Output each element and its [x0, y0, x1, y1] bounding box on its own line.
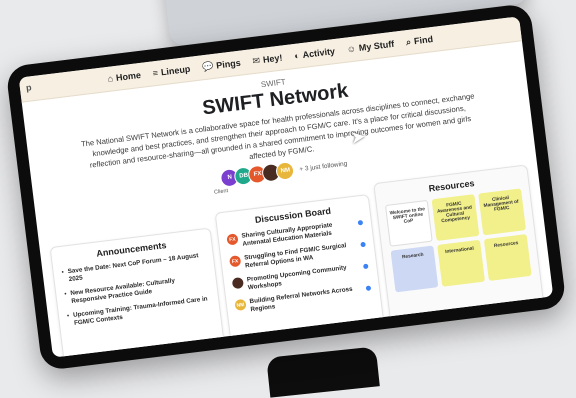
announcements-card[interactable]: Announcements • Save the Date: Next CoP F…	[49, 227, 227, 358]
nav-lineup[interactable]: ≡ Lineup	[152, 64, 191, 79]
activity-icon: ◐	[293, 49, 301, 61]
author-avatar: FX	[228, 255, 242, 268]
following-count[interactable]: + 3 just following	[299, 160, 348, 173]
resource-tile[interactable]: International	[437, 239, 485, 287]
resource-tile[interactable]: Clinical Management of FGM/C	[478, 188, 527, 236]
nav-pings[interactable]: 💬 Pings	[201, 57, 242, 73]
author-avatar: FX	[226, 233, 239, 246]
bullet-icon: •	[66, 313, 70, 320]
avatar[interactable]: NM	[275, 160, 296, 181]
nav-activity[interactable]: ◐ Activity	[294, 46, 336, 61]
nav-lineup-label: Lineup	[160, 63, 191, 78]
resource-tile[interactable]: FGM/C Awareness and Cultural Competency	[431, 194, 480, 242]
resource-tile[interactable]: Resources	[483, 234, 532, 281]
bullet-icon: •	[64, 291, 67, 298]
nav-find-label: Find	[413, 34, 434, 47]
discussion-board-card[interactable]: Discussion Board FX Sharing Culturally Ap…	[214, 194, 387, 358]
bullet-icon: •	[61, 269, 65, 276]
resource-tiles: Welcome to the SWIFT online CoP FGM/C Aw…	[384, 188, 532, 293]
author-avatar: NM	[234, 298, 247, 312]
resources-card[interactable]: Resources Welcome to the SWIFT online Co…	[373, 164, 547, 343]
nav-home-label: Home	[115, 69, 142, 83]
unread-dot-icon	[365, 285, 372, 291]
inbox-icon: ✉	[251, 54, 261, 66]
nav-find[interactable]: ⌕ Find	[405, 34, 433, 47]
nav-home[interactable]: ⌂ Home	[107, 70, 141, 84]
mouse-pointer-icon: ➤	[349, 126, 367, 148]
nav-edge-text: p	[25, 82, 33, 93]
nav-my-stuff[interactable]: ☺ My Stuff	[346, 39, 395, 55]
nav-hey[interactable]: ✉ Hey!	[252, 53, 283, 67]
nav-activity-label: Activity	[302, 46, 336, 60]
nav-pings-label: Pings	[215, 57, 242, 71]
resource-tile[interactable]: Welcome to the SWIFT online CoP	[384, 199, 433, 247]
background-device-bottom	[266, 346, 380, 398]
home-icon: ⌂	[106, 72, 114, 84]
nav-my-stuff-label: My Stuff	[358, 38, 395, 54]
tablet-screen: p ⌂ Home ≡ Lineup 💬 Pings ✉ Hey! ◐ Activ…	[18, 16, 554, 358]
unread-dot-icon	[360, 241, 366, 248]
resource-tile[interactable]: Research	[390, 245, 439, 293]
smiley-icon: ☺	[346, 42, 357, 55]
lineup-icon: ≡	[152, 67, 159, 78]
unread-dot-icon	[362, 263, 369, 270]
author-avatar-photo	[231, 276, 244, 290]
unread-dot-icon	[357, 219, 364, 226]
chat-icon: 💬	[201, 60, 214, 72]
search-icon: ⌕	[405, 36, 412, 47]
nav-hey-label: Hey!	[262, 52, 283, 65]
tablet-frame: p ⌂ Home ≡ Lineup 💬 Pings ✉ Hey! ◐ Activ…	[5, 2, 567, 372]
